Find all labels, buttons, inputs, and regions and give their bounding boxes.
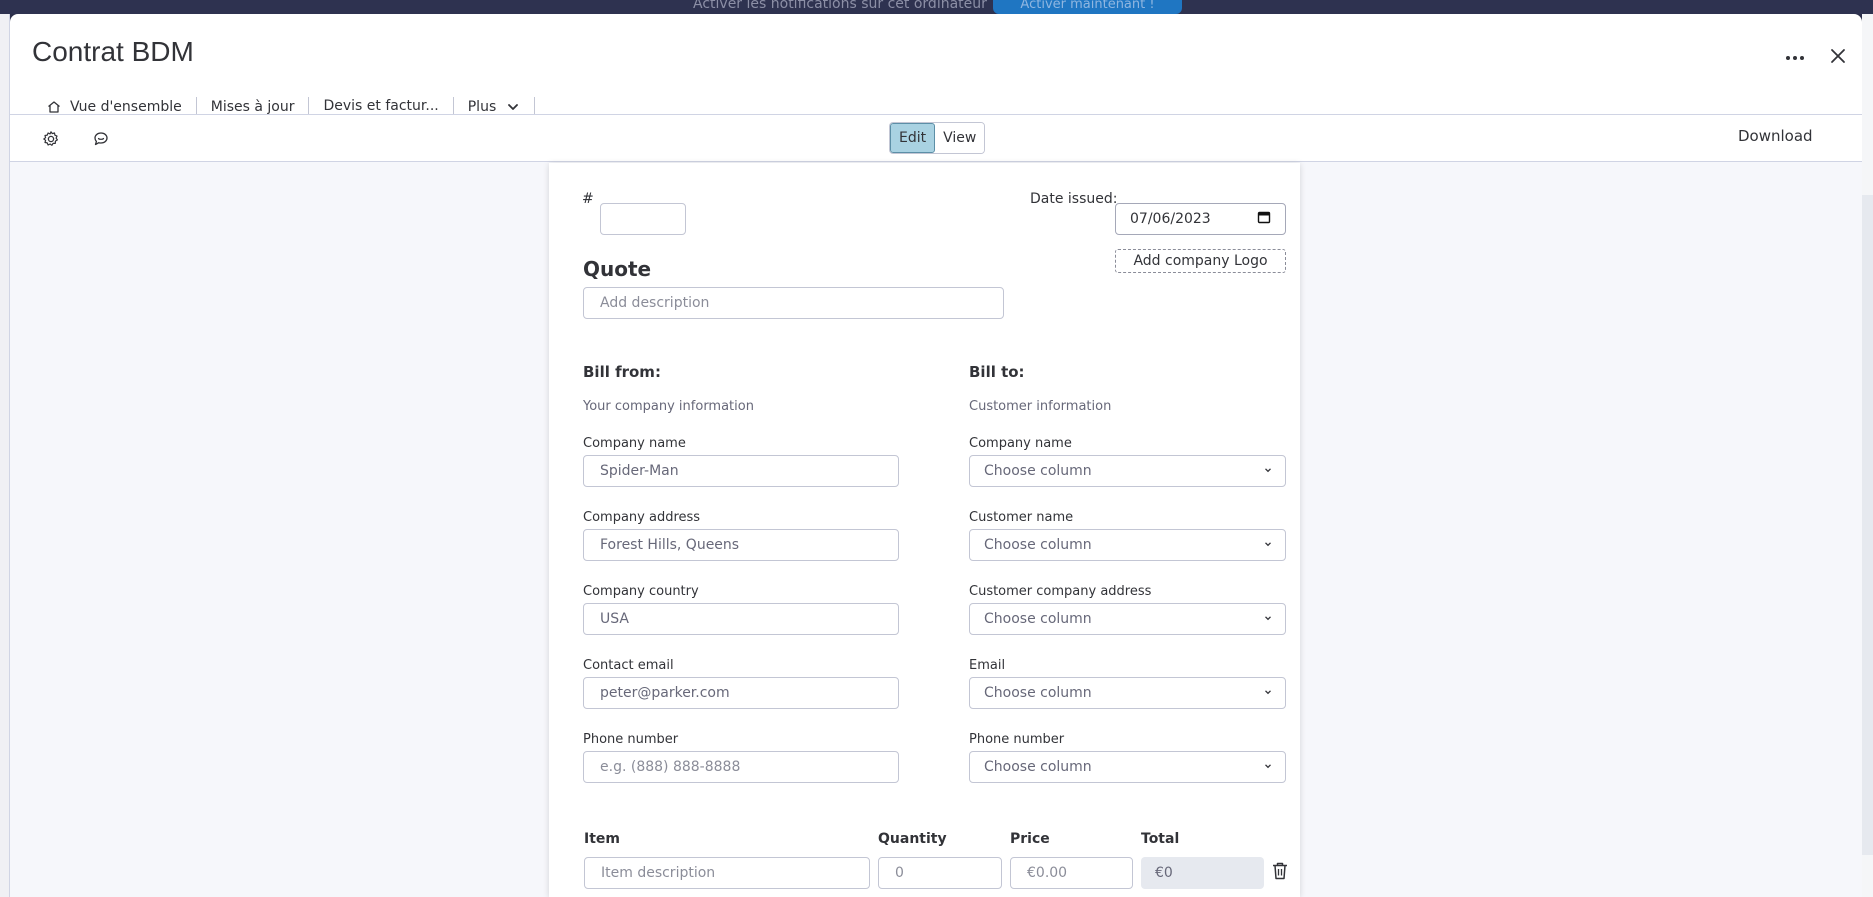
select-value: Choose column [984, 537, 1092, 553]
bill-to-subtitle: Customer information [969, 399, 1112, 414]
customer-company-name-select[interactable]: Choose column [969, 455, 1286, 487]
bill-from-subtitle: Your company information [583, 399, 754, 414]
contact-email-label: Contact email [583, 658, 674, 673]
download-button[interactable]: Download [1738, 127, 1813, 145]
quote-heading: Quote [583, 257, 652, 281]
background-left-panel [0, 14, 10, 897]
line-total: €0 [1141, 857, 1264, 889]
edit-button[interactable]: Edit [890, 123, 936, 153]
page-title: Contrat BDM [32, 36, 194, 67]
calendar-icon[interactable] [1257, 210, 1271, 228]
gear-icon[interactable] [39, 127, 63, 151]
enable-notifications-button[interactable]: Activer maintenant ! [993, 0, 1182, 14]
total-column-header: Total [1141, 831, 1180, 847]
tab-label: Plus [467, 99, 497, 115]
quote-number-input[interactable] [600, 203, 686, 235]
customer-name-select[interactable]: Choose column [969, 529, 1286, 561]
chevron-down-icon [1263, 611, 1273, 627]
company-name-input[interactable]: Spider-Man [583, 455, 899, 487]
phone-number-label: Phone number [583, 732, 679, 747]
close-icon[interactable] [1826, 44, 1850, 68]
chevron-down-icon [1263, 685, 1273, 701]
price-column-header: Price [1010, 831, 1050, 847]
company-address-input[interactable]: Forest Hills, Queens [583, 529, 899, 561]
home-icon [46, 99, 62, 115]
quote-document: # Date issued: 07/06/2023 Add company Lo… [549, 163, 1300, 897]
trash-icon[interactable] [1271, 861, 1291, 883]
chevron-down-icon [1263, 759, 1273, 775]
customer-phone-select[interactable]: Choose column [969, 751, 1286, 783]
date-issued-input[interactable]: 07/06/2023 [1115, 203, 1286, 235]
phone-number-input[interactable]: e.g. (888) 888-8888 [583, 751, 899, 783]
more-horizontal-icon[interactable] [1783, 48, 1807, 68]
select-value: Choose column [984, 759, 1092, 775]
tab-label: Vue d'ensemble [70, 99, 182, 115]
tab-label: Mises à jour [210, 99, 295, 115]
customer-name-label: Customer name [969, 510, 1074, 525]
company-country-input[interactable]: USA [583, 603, 899, 635]
company-name-label: Company name [583, 436, 686, 451]
chevron-down-icon [1263, 537, 1273, 553]
chat-bubble-icon[interactable] [89, 127, 113, 151]
company-country-label: Company country [583, 584, 699, 599]
select-value: Choose column [984, 685, 1092, 701]
description-input[interactable]: Add description [583, 287, 1004, 319]
customer-company-name-label: Company name [969, 436, 1072, 451]
number-label: # [582, 191, 594, 207]
contact-email-input[interactable]: peter@parker.com [583, 677, 899, 709]
date-value: 07/06/2023 [1130, 211, 1211, 227]
customer-address-label: Customer company address [969, 584, 1152, 599]
background-right-strip [1862, 195, 1873, 855]
chevron-down-icon [506, 100, 520, 114]
select-value: Choose column [984, 611, 1092, 627]
customer-address-select[interactable]: Choose column [969, 603, 1286, 635]
edit-view-toggle: Edit View [889, 122, 986, 154]
customer-email-label: Email [969, 658, 1006, 673]
toolbar: Edit View Download [10, 114, 1862, 162]
view-button[interactable]: View [935, 123, 985, 153]
date-label: Date issued: [1030, 191, 1118, 207]
item-column-header: Item [584, 831, 620, 847]
bill-to-heading: Bill to: [969, 363, 1025, 381]
add-logo-button[interactable]: Add company Logo [1115, 249, 1286, 273]
company-address-label: Company address [583, 510, 701, 525]
quantity-column-header: Quantity [878, 831, 947, 847]
item-description-input[interactable]: Item description [584, 857, 870, 889]
select-value: Choose column [984, 463, 1092, 479]
customer-email-select[interactable]: Choose column [969, 677, 1286, 709]
notification-text: Activer les notifications sur cet ordina… [693, 0, 987, 12]
bill-from-heading: Bill from: [583, 363, 661, 381]
price-input[interactable]: €0.00 [1010, 857, 1133, 889]
customer-phone-label: Phone number [969, 732, 1065, 747]
chevron-down-icon [1263, 463, 1273, 479]
tab-label: Devis et factur... [323, 98, 439, 114]
quantity-input[interactable]: 0 [878, 857, 1002, 889]
